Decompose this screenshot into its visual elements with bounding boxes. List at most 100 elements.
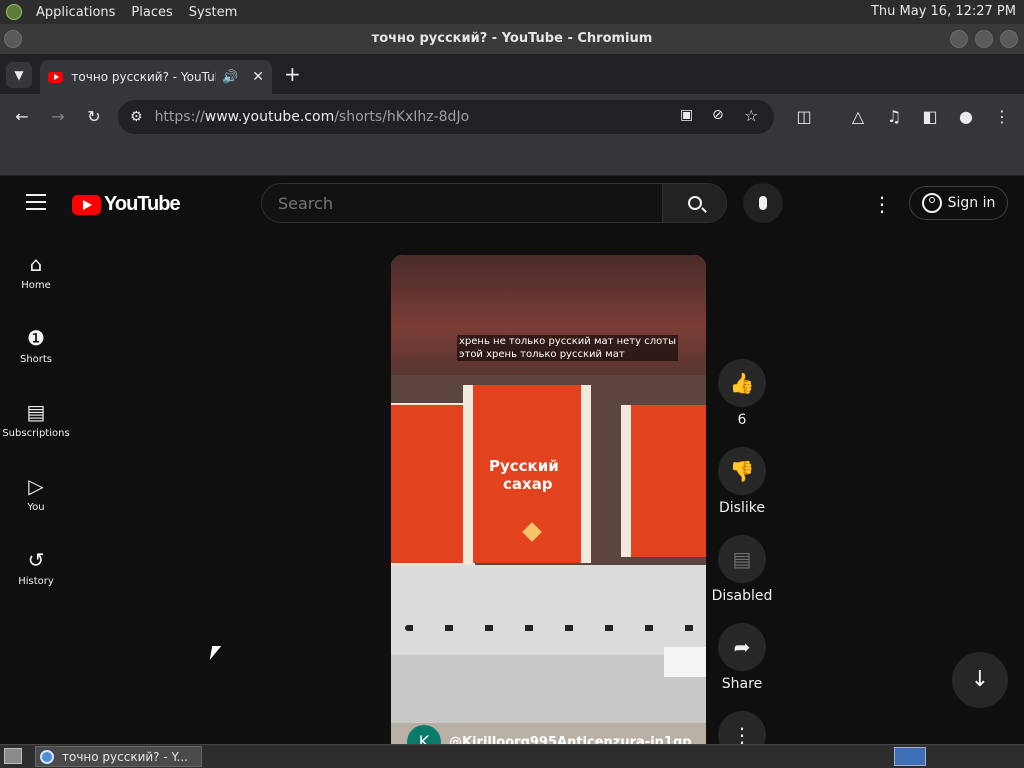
sign-in-button[interactable]: Sign in — [909, 186, 1008, 220]
short-video-player[interactable]: Русский сахар хрень не только русский ма… — [391, 255, 706, 744]
channel-handle[interactable]: @Kirilloorg995Anticenzura-in1gp — [449, 735, 692, 745]
share-label: Share — [721, 676, 763, 692]
shelf-front — [391, 565, 706, 657]
dislike-label: Dislike — [719, 500, 765, 516]
distro-logo-icon[interactable] — [6, 4, 22, 20]
sugar-box-center: Русский сахар — [463, 385, 591, 563]
like-button[interactable]: 👍 — [718, 359, 766, 407]
chevron-down-icon: ▼ — [14, 68, 24, 82]
new-tab-button[interactable]: + — [284, 62, 301, 86]
video-caption: хрень не только русский мат нету слоты э… — [457, 335, 678, 361]
minimize-button[interactable] — [950, 30, 968, 48]
back-arrow-icon[interactable]: ← — [12, 107, 32, 127]
browser-menu-icon[interactable]: ⋮ — [992, 107, 1012, 127]
url-host: www.youtube.com — [204, 109, 335, 125]
like-count: 6 — [737, 412, 747, 428]
caption-line-2: этой хрень только русский мат — [459, 349, 625, 360]
nav-history[interactable]: ↺ History — [0, 548, 72, 587]
voice-search-button[interactable] — [743, 183, 783, 223]
extensions-icon[interactable]: ◫ — [794, 107, 814, 127]
youtube-header: YouTube ⋮ Sign in — [0, 176, 1024, 232]
more-actions-button[interactable]: ⋮ — [718, 711, 766, 744]
profile-icon[interactable]: ● — [956, 107, 976, 127]
thumbs-down-icon: 👎 — [729, 459, 755, 483]
clock[interactable]: Thu May 16, 12:27 PM — [871, 4, 1016, 19]
url-path: /shorts/hKxIhz-8dJo — [334, 109, 470, 125]
hamburger-menu-icon[interactable] — [26, 194, 46, 210]
sign-in-label: Sign in — [947, 195, 996, 211]
media-controls-icon[interactable]: ♫ — [884, 107, 904, 127]
nav-shorts[interactable]: ❶ Shorts — [0, 326, 72, 365]
tab-search-button[interactable]: ▼ — [6, 62, 32, 88]
youtube-favicon-icon — [48, 71, 64, 83]
close-window-button[interactable] — [1000, 30, 1018, 48]
browser-toolbar: ← → ↻ ⚙ https://www.youtube.com/shorts/h… — [0, 94, 1024, 140]
tab-title: точно русский? - YouTube — [71, 70, 217, 84]
tab-youtube[interactable]: точно русский? - YouTube 🔊 ✕ — [40, 60, 272, 94]
arrow-down-icon: ↓ — [970, 667, 990, 692]
window-titlebar[interactable]: точно русский? - YouTube - Chromium — [0, 24, 1024, 54]
channel-row[interactable]: K @Kirilloorg995Anticenzura-in1gp — [407, 725, 692, 744]
chromium-icon — [40, 749, 54, 764]
history-icon: ↺ — [27, 548, 45, 572]
dislike-button[interactable]: 👎 — [718, 447, 766, 495]
comment-icon: ▤ — [732, 547, 752, 571]
settings-kebab-icon[interactable]: ⋮ — [872, 192, 892, 216]
show-desktop-icon[interactable] — [4, 748, 22, 764]
nav-home[interactable]: ⌂ Home — [0, 252, 72, 291]
you-icon: ▷ — [28, 474, 44, 498]
cast-icon[interactable]: ▣ — [680, 107, 693, 123]
forward-arrow-icon[interactable]: → — [48, 107, 68, 127]
taskbar-window-button[interactable]: точно русский? - Y... — [35, 746, 202, 767]
account-circle-icon — [921, 193, 942, 213]
next-video-button[interactable]: ↓ — [952, 652, 1008, 708]
nav-subscriptions[interactable]: ▤ Subscriptions — [0, 400, 72, 439]
system-panel: Applications Places System Thu May 16, 1… — [0, 0, 1024, 24]
microphone-icon — [759, 196, 767, 210]
caption-line-1: хрень не только русский мат нету слоты — [459, 336, 676, 347]
thumbs-up-icon: 👍 — [729, 371, 755, 395]
nav-shorts-label: Shorts — [19, 354, 53, 365]
tracking-protection-icon[interactable]: ⊘ — [712, 107, 724, 123]
system-menu[interactable]: System — [187, 5, 239, 20]
nav-subscriptions-label: Subscriptions — [2, 428, 70, 439]
applications-menu[interactable]: Applications — [34, 5, 117, 20]
window-menu-button[interactable] — [4, 30, 22, 48]
search-icon — [687, 196, 707, 213]
speaker-icon[interactable]: 🔊 — [222, 70, 238, 85]
nav-history-label: History — [18, 576, 54, 587]
window-title: точно русский? - YouTube - Chromium — [371, 31, 653, 46]
omnibox[interactable]: ⚙ https://www.youtube.com/shorts/hKxIhz-… — [118, 100, 774, 134]
tab-strip: ▼ точно русский? - YouTube 🔊 ✕ + — [0, 54, 1024, 94]
labs-flask-icon[interactable]: △ — [848, 107, 868, 127]
bookmark-star-icon[interactable]: ☆ — [744, 106, 758, 125]
youtube-page: YouTube ⋮ Sign in ⌂ Home ❶ Shorts — [0, 176, 1024, 744]
search-input[interactable] — [262, 184, 662, 222]
reload-icon[interactable]: ↻ — [84, 107, 104, 127]
close-tab-icon[interactable]: ✕ — [252, 69, 264, 85]
workspace-switcher[interactable] — [894, 747, 926, 766]
box-text-line2: сахар — [503, 475, 553, 493]
taskbar-window-label: точно русский? - Y... — [62, 749, 188, 764]
search-button[interactable] — [662, 184, 726, 222]
box-diamond-logo — [522, 522, 542, 542]
channel-avatar[interactable]: K — [407, 725, 441, 744]
sugar-box-right — [621, 405, 706, 557]
home-icon: ⌂ — [29, 252, 43, 276]
comments-label: Disabled — [711, 588, 773, 604]
youtube-logo-text: YouTube — [104, 193, 181, 215]
maximize-button[interactable] — [975, 30, 993, 48]
youtube-logo-icon — [72, 194, 101, 215]
places-menu[interactable]: Places — [129, 5, 174, 20]
bookmarks-bar — [0, 140, 1024, 176]
nav-you-label: You — [27, 502, 45, 513]
nav-home-label: Home — [21, 280, 51, 291]
youtube-logo[interactable]: YouTube — [72, 193, 181, 216]
comments-button[interactable]: ▤ — [718, 535, 766, 583]
box-text-line1: Русский — [489, 457, 559, 475]
more-vert-icon: ⋮ — [732, 723, 752, 744]
side-panel-icon[interactable]: ◧ — [920, 107, 940, 127]
nav-you[interactable]: ▷ You — [0, 474, 72, 513]
site-settings-icon[interactable]: ⚙ — [130, 109, 143, 125]
share-button[interactable]: ➦ — [718, 623, 766, 671]
